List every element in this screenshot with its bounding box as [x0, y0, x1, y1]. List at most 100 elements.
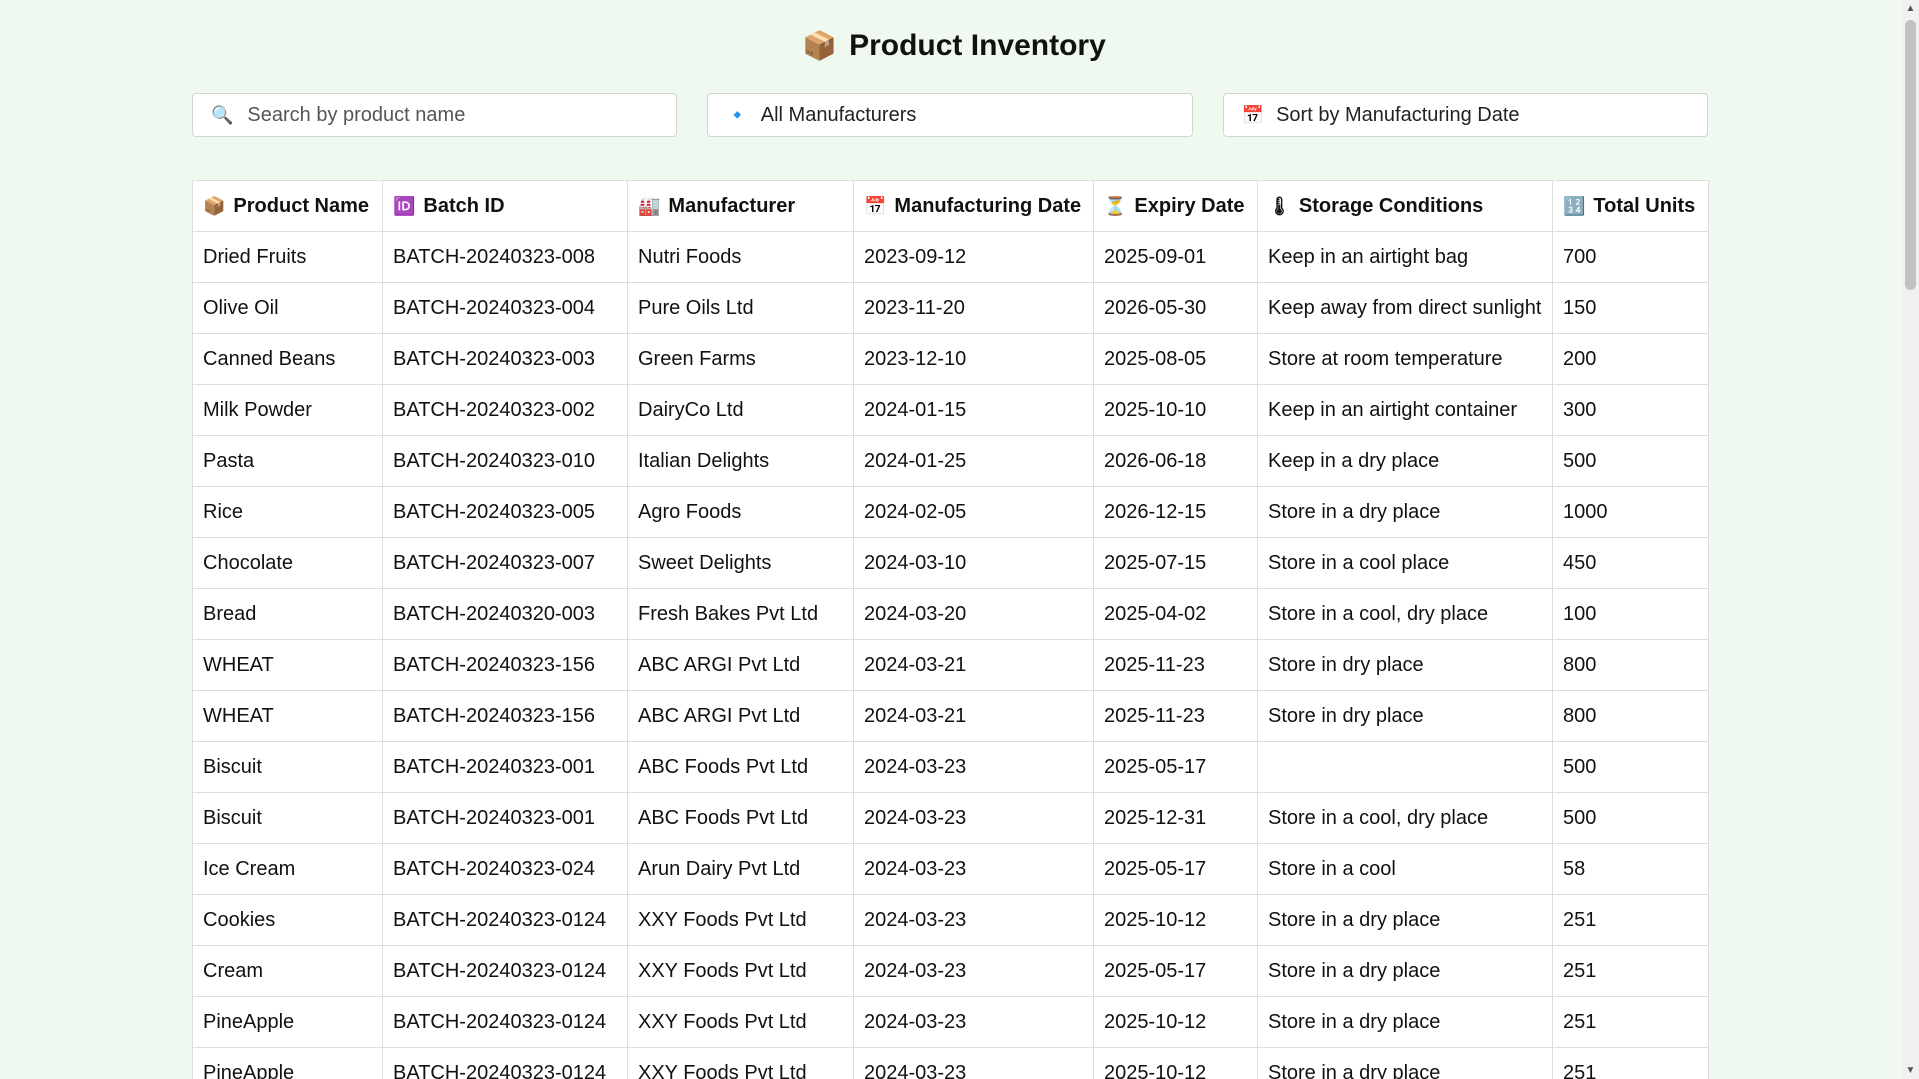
header-label: Manufacturing Date [894, 194, 1082, 217]
table-row[interactable]: WHEAT BATCH-20240323-156 ABC ARGI Pvt Ltd 2… [192, 639, 1709, 691]
id-icon: 🆔 [393, 195, 416, 216]
manufacturer-select[interactable]: 🔹 All Manufacturers [707, 93, 1193, 137]
page: 📦 Product Inventory 🔍 🔹 All Manufacturers… [0, 0, 1919, 1079]
cell-manufacturing-date: 2023-09-12 [853, 231, 1094, 283]
cell-manufacturer: ABC Foods Pvt Ltd [627, 741, 854, 793]
numbers-icon: 🔢 [1563, 195, 1586, 216]
cell-total-units: 251 [1552, 945, 1709, 997]
cell-product-name: Bread [192, 588, 383, 640]
cell-product-name: PineApple [192, 996, 383, 1048]
cell-manufacturing-date: 2024-03-23 [853, 945, 1094, 997]
scroll-up-icon[interactable]: ▲ [1902, 0, 1919, 17]
sort-select-value: Sort by Manufacturing Date [1276, 103, 1520, 126]
cell-product-name: Cookies [192, 894, 383, 946]
cell-expiry-date: 2025-08-05 [1093, 333, 1258, 385]
cell-batch-id: BATCH-20240323-008 [382, 231, 628, 283]
cell-manufacturer: Sweet Delights [627, 537, 854, 589]
table-row[interactable]: Cookies BATCH-20240323-0124 XXY Foods Pvt … [192, 894, 1709, 946]
cell-manufacturer: ABC Foods Pvt Ltd [627, 792, 854, 844]
table-row[interactable]: Biscuit BATCH-20240323-001 ABC Foods Pvt L… [192, 741, 1709, 793]
header-manufacturing-date[interactable]: 📅 Manufacturing Date [853, 180, 1094, 232]
cell-batch-id: BATCH-20240323-004 [382, 282, 628, 334]
inventory-table-container: 📦 Product Name 🆔 Batch ID 🏭 Manufacturer 📅 Manu… [192, 180, 1709, 1079]
cell-manufacturer: Green Farms [627, 333, 854, 385]
cell-storage-conditions: Store in a dry place [1257, 486, 1553, 538]
cell-manufacturer: Arun Dairy Pvt Ltd [627, 843, 854, 895]
header-batch-id[interactable]: 🆔 Batch ID [382, 180, 628, 232]
cell-batch-id: BATCH-20240323-0124 [382, 1047, 628, 1079]
table-row[interactable]: Rice BATCH-20240323-005 Agro Foods 2024-02-… [192, 486, 1709, 538]
thermometer-icon: 🌡 [1268, 195, 1291, 216]
table-row[interactable]: Pasta BATCH-20240323-010 Italian Delights 2… [192, 435, 1709, 487]
cell-product-name: Canned Beans [192, 333, 383, 385]
table-row[interactable]: Biscuit BATCH-20240323-001 ABC Foods Pvt L… [192, 792, 1709, 844]
cell-expiry-date: 2026-05-30 [1093, 282, 1258, 334]
cell-storage-conditions [1257, 741, 1553, 793]
table-row[interactable]: Chocolate BATCH-20240323-007 Sweet Delight… [192, 537, 1709, 589]
table-row[interactable]: Dried Fruits BATCH-20240323-008 Nutri Food… [192, 231, 1709, 283]
table-row[interactable]: PineApple BATCH-20240323-0124 XXY Foods Pv… [192, 1047, 1709, 1079]
cell-manufacturing-date: 2024-03-21 [853, 639, 1094, 691]
cell-expiry-date: 2025-05-17 [1093, 843, 1258, 895]
vertical-scrollbar[interactable]: ▲ ▼ [1902, 0, 1919, 1079]
table-row[interactable]: Bread BATCH-20240320-003 Fresh Bakes Pvt L… [192, 588, 1709, 640]
header-total-units[interactable]: 🔢 Total Units [1552, 180, 1709, 232]
search-input[interactable] [245, 102, 659, 128]
inventory-table: 📦 Product Name 🆔 Batch ID 🏭 Manufacturer 📅 Manu… [192, 180, 1709, 1079]
cell-total-units: 1000 [1552, 486, 1709, 538]
search-icon: 🔍 [211, 104, 234, 125]
sort-select[interactable]: 📅 Sort by Manufacturing Date [1222, 93, 1708, 137]
cell-product-name: Ice Cream [192, 843, 383, 895]
header-expiry-date[interactable]: ⏳ Expiry Date [1093, 180, 1258, 232]
header-label: Expiry Date [1134, 194, 1245, 217]
cell-batch-id: BATCH-20240323-003 [382, 333, 628, 385]
cell-total-units: 300 [1552, 384, 1709, 436]
cell-storage-conditions: Store in a dry place [1257, 996, 1553, 1048]
cell-manufacturer: Pure Oils Ltd [627, 282, 854, 334]
cell-batch-id: BATCH-20240323-007 [382, 537, 628, 589]
cell-expiry-date: 2025-05-17 [1093, 945, 1258, 997]
header-product-name[interactable]: 📦 Product Name [192, 180, 383, 232]
table-row[interactable]: Cream BATCH-20240323-0124 XXY Foods Pvt Lt… [192, 945, 1709, 997]
cell-storage-conditions: Store in a cool [1257, 843, 1553, 895]
table-row[interactable]: WHEAT BATCH-20240323-156 ABC ARGI Pvt Ltd 2… [192, 690, 1709, 742]
cell-expiry-date: 2025-10-12 [1093, 1047, 1258, 1079]
table-body: Dried Fruits BATCH-20240323-008 Nutri Food… [192, 231, 1709, 1079]
header-label: Storage Conditions [1298, 194, 1484, 217]
table-row[interactable]: PineApple BATCH-20240323-0124 XXY Foods Pv… [192, 996, 1709, 1048]
cell-total-units: 58 [1552, 843, 1709, 895]
cell-expiry-date: 2025-10-12 [1093, 996, 1258, 1048]
cell-manufacturer: Italian Delights [627, 435, 854, 487]
table-row[interactable]: Canned Beans BATCH-20240323-003 Green Farm… [192, 333, 1709, 385]
cell-total-units: 251 [1552, 996, 1709, 1048]
cell-manufacturing-date: 2024-03-23 [853, 843, 1094, 895]
cell-expiry-date: 2025-10-12 [1093, 894, 1258, 946]
cell-manufacturing-date: 2023-11-20 [853, 282, 1094, 334]
cell-manufacturer: Fresh Bakes Pvt Ltd [627, 588, 854, 640]
scroll-down-icon[interactable]: ▼ [1902, 1062, 1919, 1079]
cell-manufacturer: DairyCo Ltd [627, 384, 854, 436]
header-manufacturer[interactable]: 🏭 Manufacturer [627, 180, 854, 232]
table-row[interactable]: Milk Powder BATCH-20240323-002 DairyCo Ltd… [192, 384, 1709, 436]
cell-expiry-date: 2025-11-23 [1093, 639, 1258, 691]
cell-total-units: 450 [1552, 537, 1709, 589]
cell-total-units: 251 [1552, 894, 1709, 946]
table-row[interactable]: Olive Oil BATCH-20240323-004 Pure Oils Ltd… [192, 282, 1709, 334]
header-storage-conditions[interactable]: 🌡 Storage Conditions [1257, 180, 1553, 232]
cell-batch-id: BATCH-20240323-024 [382, 843, 628, 895]
cell-manufacturer: ABC ARGI Pvt Ltd [627, 639, 854, 691]
cell-product-name: Olive Oil [192, 282, 383, 334]
calendar-icon: 📅 [864, 195, 887, 216]
cell-batch-id: BATCH-20240323-001 [382, 741, 628, 793]
header-label: Manufacturer [668, 194, 796, 217]
cell-storage-conditions: Keep away from direct sunlight [1257, 282, 1553, 334]
package-icon: 📦 [203, 195, 226, 216]
cell-manufacturer: XXY Foods Pvt Ltd [627, 996, 854, 1048]
table-row[interactable]: Ice Cream BATCH-20240323-024 Arun Dairy Pv… [192, 843, 1709, 895]
cell-storage-conditions: Store in a cool, dry place [1257, 792, 1553, 844]
scrollbar-thumb[interactable] [1905, 20, 1916, 290]
cell-total-units: 800 [1552, 639, 1709, 691]
cell-manufacturing-date: 2024-03-21 [853, 690, 1094, 742]
page-title: 📦 Product Inventory [0, 26, 1908, 66]
search-box[interactable]: 🔍 [192, 93, 678, 137]
